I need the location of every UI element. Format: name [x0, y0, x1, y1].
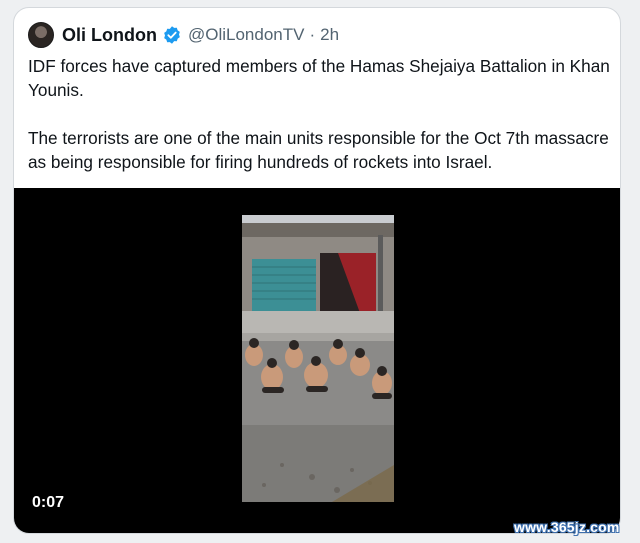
post-paragraph: The terrorists are one of the main units… [28, 128, 609, 172]
post-text: IDF forces have captured members of the … [28, 54, 613, 174]
video-frame[interactable] [242, 215, 394, 502]
post-card[interactable]: Oli London @OliLondonTV · 2h IDF forces … [13, 7, 621, 534]
post-timestamp[interactable]: 2h [320, 25, 339, 45]
video-duration: 0:07 [32, 494, 65, 511]
video-player[interactable]: 0:07 [14, 188, 620, 533]
video-frame-image [242, 215, 394, 502]
post-paragraph: IDF forces have captured members of the … [28, 56, 610, 100]
watermark: www.365jz.com [514, 519, 620, 535]
avatar[interactable] [28, 22, 54, 48]
author-name[interactable]: Oli London [62, 25, 157, 46]
post-header: Oli London @OliLondonTV · 2h [28, 22, 339, 48]
separator-dot: · [309, 25, 316, 44]
verified-badge-icon [164, 26, 180, 44]
author-handle[interactable]: @OliLondonTV [188, 25, 305, 45]
